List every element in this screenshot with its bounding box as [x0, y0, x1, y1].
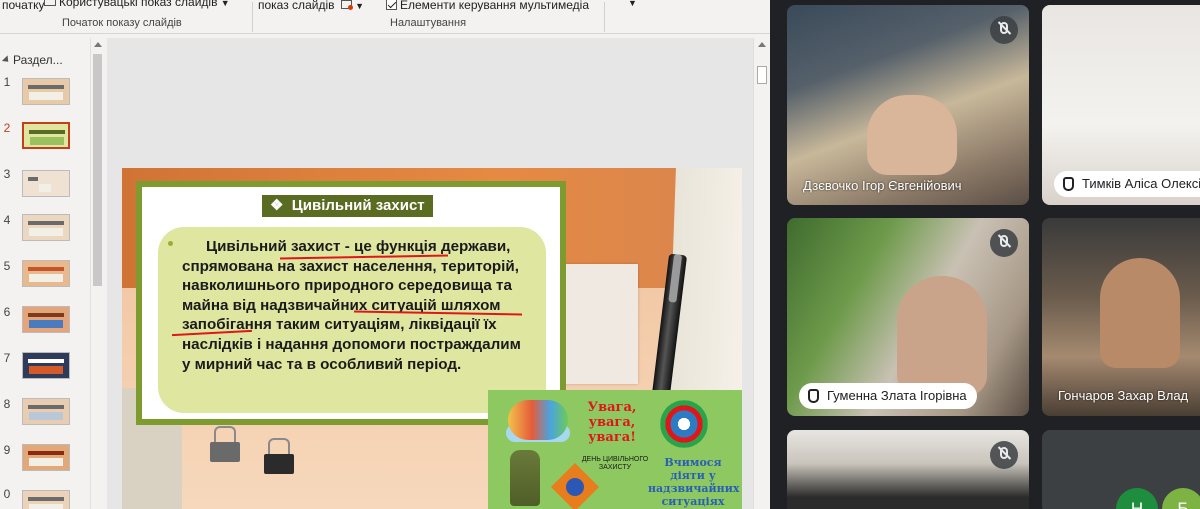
- checkbox-checked-icon: [386, 0, 397, 10]
- scroll-up-icon[interactable]: [94, 42, 102, 47]
- collapse-triangle-icon: [1, 55, 12, 65]
- raised-hand-icon: [1063, 177, 1074, 191]
- participant-tile[interactable]: H Б: [1042, 430, 1200, 509]
- participant-video: [897, 276, 987, 396]
- binder-clip-image: [260, 438, 300, 478]
- card-subtitle: Вчимося діяти у надзвичайних ситуаціях: [648, 456, 740, 508]
- participant-tile[interactable]: Гуменна Злата Ігорівна: [787, 218, 1029, 416]
- chevron-down-icon: ▼: [355, 1, 365, 11]
- slide-number: 8: [3, 397, 11, 411]
- children-image: [508, 400, 568, 440]
- participant-name-pill: Гуменна Злата Ігорівна: [799, 383, 977, 409]
- paper-sheet-decoration: [554, 264, 638, 384]
- slide-thumbnail[interactable]: [22, 260, 70, 287]
- group-start-show: Початок показу слайдів: [62, 17, 182, 29]
- participant-name-pill: Тимків Аліса Олексі: [1054, 171, 1200, 197]
- thumbnails-scrollbar[interactable]: [90, 38, 104, 509]
- participant-name: Гуменна Злата Ігорівна: [827, 388, 967, 403]
- emblem-icon: [660, 400, 708, 448]
- from-beginning-label: початку: [2, 0, 45, 12]
- slide-number: 3: [3, 167, 11, 181]
- group-settings: Налаштування: [390, 17, 467, 29]
- slide-thumbnail[interactable]: [22, 352, 70, 379]
- slide-show-label: показ слайдів: [258, 0, 335, 12]
- mic-off-icon: [990, 229, 1018, 257]
- participant-video: [1100, 258, 1180, 368]
- slide-thumbnail[interactable]: [22, 214, 70, 241]
- custom-show-icon: [44, 0, 56, 6]
- ribbon-expand-button[interactable]: ▼: [628, 0, 637, 8]
- record-icon: [340, 0, 353, 10]
- scrollbar-thumb[interactable]: [93, 54, 102, 286]
- participant-name: Тимків Аліса Олексі: [1082, 176, 1200, 191]
- ribbon-divider: [252, 2, 253, 32]
- participant-avatar: Б: [1162, 488, 1200, 509]
- card-day-caption: ДЕНЬ ЦИВІЛЬНОГО ЗАХИСТУ: [581, 456, 649, 471]
- slide-title-text: Цивільний захист: [291, 197, 425, 214]
- slide-number: 6: [3, 305, 11, 319]
- participant-tile[interactable]: Тимків Аліса Олексі: [1042, 5, 1200, 205]
- trident-icon: [566, 478, 584, 496]
- video-call-panel: Дзєвочко Ігор Євгенійович Тимків Аліса О…: [770, 0, 1200, 509]
- ribbon: початку Користувацькі показ слайдів ▼ По…: [0, 0, 770, 34]
- civil-defence-day-card: Увага, увага, увага! ДЕНЬ ЦИВІЛЬНОГО ЗАХ…: [488, 390, 742, 509]
- slide-thumbnail[interactable]: [22, 444, 70, 471]
- binder-clip-image: [206, 426, 246, 466]
- scroll-up-icon[interactable]: [758, 42, 766, 47]
- slide-number: 2: [3, 121, 11, 135]
- slide-thumbnail[interactable]: [22, 398, 70, 425]
- current-slide[interactable]: ❖ Цивільний захист Цивільний захист - це…: [122, 168, 742, 509]
- card-title: Увага, увага, увага!: [587, 400, 637, 445]
- participant-name: Дзєвочко Ігор Євгенійович: [803, 178, 962, 193]
- custom-show-button[interactable]: Користувацькі показ слайдів ▼: [44, 0, 230, 9]
- canvas-scrollbar[interactable]: [753, 38, 770, 509]
- slide-number: 0: [3, 487, 11, 501]
- slide-number: 9: [3, 443, 11, 457]
- content-frame: ❖ Цивільний захист Цивільний захист - це…: [136, 181, 566, 425]
- slide-number: 1: [3, 75, 11, 89]
- slide-number: 4: [3, 213, 11, 227]
- slide-number: 7: [3, 351, 11, 365]
- scrollbar-thumb[interactable]: [757, 66, 767, 84]
- mic-off-icon: [990, 441, 1018, 469]
- slide-thumbnail-active[interactable]: [22, 122, 70, 149]
- rescuer-figure-image: [510, 450, 540, 506]
- slide-thumbnails-panel: Раздел... 1 2 3 4 5 6 7 8 9 0: [0, 38, 106, 509]
- raised-hand-icon: [808, 389, 819, 403]
- chevron-down-icon: ▼: [628, 0, 637, 8]
- media-controls-label: Елементи керування мультимедіа: [400, 0, 589, 12]
- slide-thumbnail[interactable]: [22, 490, 70, 509]
- slide-number: 5: [3, 259, 11, 273]
- slide-thumbnail[interactable]: [22, 306, 70, 333]
- slide-thumbnail[interactable]: [22, 78, 70, 105]
- definition-textbox[interactable]: Цивільний захист - це функція держави, с…: [158, 227, 546, 413]
- ribbon-divider: [604, 2, 605, 32]
- title-bullet-icon: ❖: [270, 197, 284, 214]
- participant-tile[interactable]: [787, 430, 1029, 509]
- chevron-down-icon: ▼: [220, 0, 230, 8]
- media-controls-checkbox[interactable]: Елементи керування мультимедіа: [386, 0, 589, 12]
- participant-tile[interactable]: Гончаров Захар Влад: [1042, 218, 1200, 416]
- powerpoint-window: початку Користувацькі показ слайдів ▼ По…: [0, 0, 770, 509]
- slide-thumbnail[interactable]: [22, 170, 70, 197]
- mic-off-icon: [990, 16, 1018, 44]
- slide-show-setting[interactable]: показ слайдів ▼: [258, 0, 364, 12]
- from-beginning-button[interactable]: початку: [2, 0, 44, 12]
- slide-title: ❖ Цивільний захист: [262, 195, 433, 217]
- section-header[interactable]: Раздел...: [1, 53, 63, 67]
- participant-video: [787, 430, 1029, 509]
- custom-show-label: Користувацькі показ слайдів: [59, 0, 218, 9]
- participant-video: [867, 95, 957, 175]
- bullet-dot-icon: [168, 241, 173, 246]
- section-label: Раздел...: [13, 53, 63, 67]
- participant-avatar: H: [1116, 488, 1158, 509]
- participant-tile[interactable]: Дзєвочко Ігор Євгенійович: [787, 5, 1029, 205]
- participant-name: Гончаров Захар Влад: [1058, 388, 1189, 403]
